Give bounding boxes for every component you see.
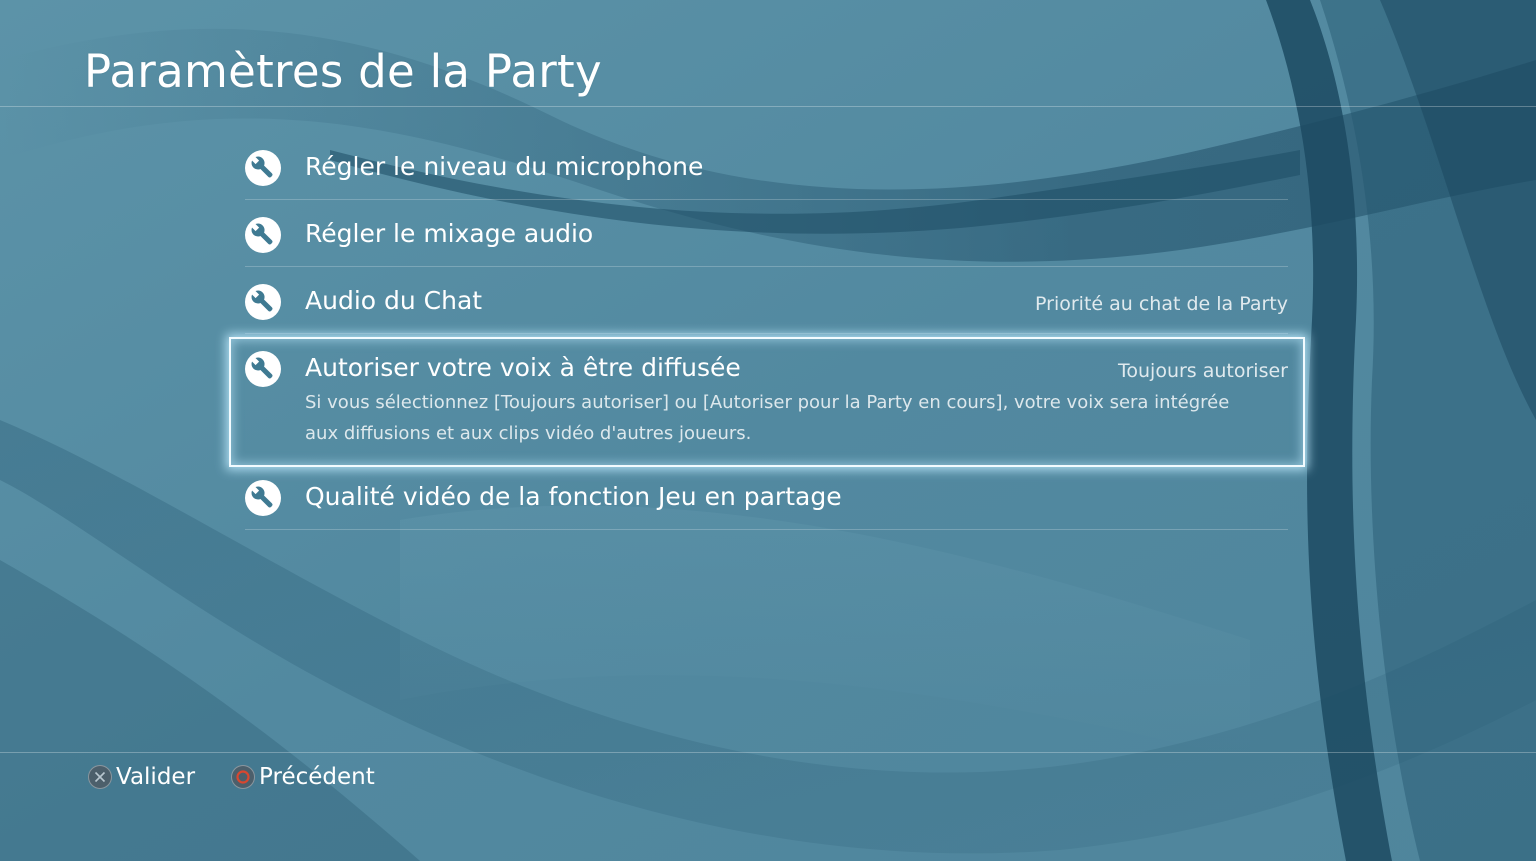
header-divider xyxy=(0,106,1536,107)
back-hint[interactable]: Précédent xyxy=(231,762,375,792)
menu-item-label: Régler le niveau du microphone xyxy=(305,152,704,181)
button-hints: Valider Précédent xyxy=(88,762,411,792)
menu-item-audio-mix[interactable]: Régler le mixage audio xyxy=(245,200,1288,267)
menu-item-description: Si vous sélectionnez [Toujours autoriser… xyxy=(305,392,1230,444)
page-title: Paramètres de la Party xyxy=(84,45,602,98)
confirm-hint[interactable]: Valider xyxy=(88,762,195,792)
back-label: Précédent xyxy=(259,764,375,790)
circle-button-icon xyxy=(231,765,256,789)
menu-item-voice-broadcast[interactable]: Autoriser votre voix à être diffusée Tou… xyxy=(245,334,1288,463)
menu-item-label: Autoriser votre voix à être diffusée xyxy=(305,353,741,382)
confirm-label: Valider xyxy=(116,764,196,790)
wrench-icon xyxy=(245,150,281,186)
menu-item-label: Régler le mixage audio xyxy=(305,219,594,248)
menu-item-value: Toujours autoriser xyxy=(1118,360,1288,382)
menu-item-label: Audio du Chat xyxy=(305,286,483,315)
cross-button-icon xyxy=(88,765,112,789)
wrench-icon xyxy=(245,480,281,516)
menu-item-value: Priorité au chat de la Party xyxy=(1035,293,1288,315)
menu-item-share-play-quality[interactable]: Qualité vidéo de la fonction Jeu en part… xyxy=(245,463,1288,530)
menu-item-chat-audio[interactable]: Audio du Chat Priorité au chat de la Par… xyxy=(245,267,1288,334)
menu-item-microphone-level[interactable]: Régler le niveau du microphone xyxy=(245,133,1288,200)
footer-divider xyxy=(0,752,1536,753)
wrench-icon xyxy=(245,284,281,320)
wrench-icon xyxy=(245,217,281,253)
wrench-icon xyxy=(245,351,281,387)
settings-menu: Régler le niveau du microphone Régler le… xyxy=(245,133,1288,530)
menu-item-label: Qualité vidéo de la fonction Jeu en part… xyxy=(305,482,842,511)
